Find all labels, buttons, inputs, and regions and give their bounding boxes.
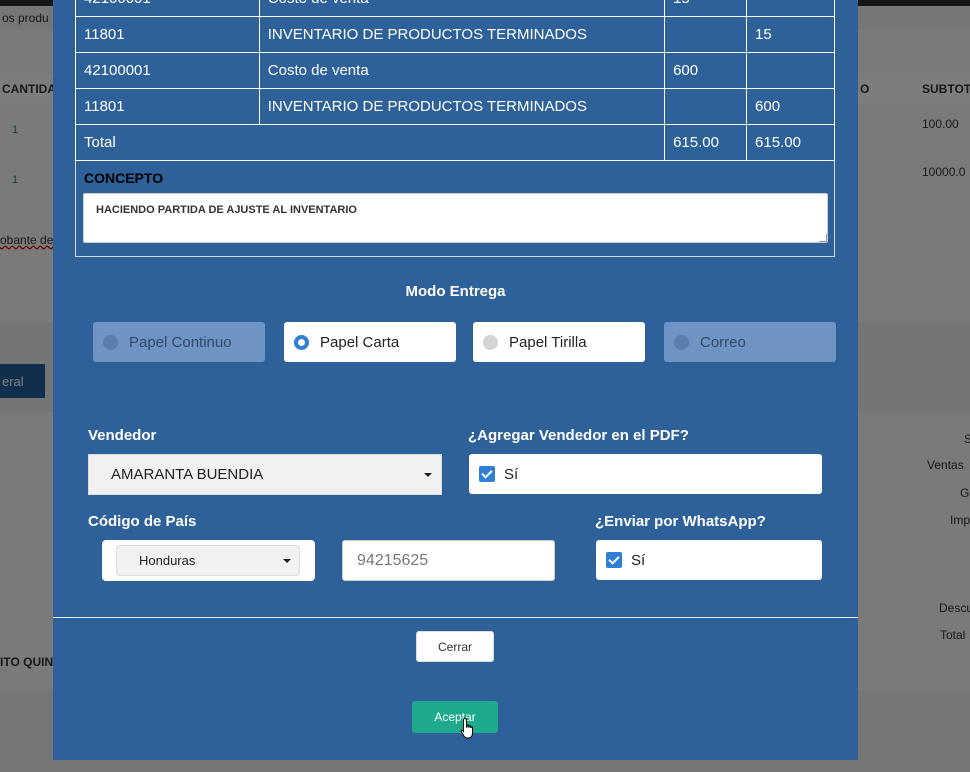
close-button[interactable]: Cerrar bbox=[416, 631, 494, 662]
cell-account-code: 42100001 bbox=[75, 52, 260, 89]
vendedor-value: AMARANTA BUENDIA bbox=[111, 466, 264, 483]
table-row: 42100001 Costo de venta 600 bbox=[75, 52, 835, 89]
country-value: Honduras bbox=[139, 553, 196, 568]
add-vendor-pdf-checkbox[interactable]: Sí bbox=[469, 454, 822, 494]
table-row: 42100001 Costo de venta 15 bbox=[75, 0, 835, 17]
country-select[interactable]: Honduras bbox=[116, 545, 300, 576]
cell-credit: 600 bbox=[746, 88, 835, 125]
cell-account-code: 11801 bbox=[75, 88, 260, 125]
phone-input[interactable]: 94215625 bbox=[342, 540, 555, 581]
cell-credit bbox=[746, 52, 835, 89]
chevron-down-icon bbox=[283, 559, 291, 563]
cell-debit bbox=[664, 16, 748, 53]
cell-credit: 15 bbox=[746, 16, 835, 53]
add-vendor-pdf-label: ¿Agregar Vendedor en el PDF? bbox=[468, 427, 689, 444]
delivery-option-correo[interactable]: Correo bbox=[664, 322, 836, 362]
cell-description: Costo de venta bbox=[258, 52, 666, 89]
checkbox-checked-icon bbox=[479, 466, 495, 482]
country-code-label: Código de País bbox=[88, 513, 197, 530]
option-label: Correo bbox=[700, 333, 746, 351]
delivery-option-papel-tirilla[interactable]: Papel Tirilla bbox=[473, 322, 645, 362]
total-credit: 615.00 bbox=[746, 124, 835, 161]
checkbox-label: Sí bbox=[631, 551, 646, 569]
radio-icon bbox=[103, 334, 118, 350]
modal-dialog: 42100001 Costo de venta 15 11801 INVENTA… bbox=[53, 0, 858, 760]
vendedor-label: Vendedor bbox=[88, 427, 157, 444]
radio-icon bbox=[674, 334, 689, 350]
cell-debit: 600 bbox=[664, 52, 748, 89]
option-label: Papel Continuo bbox=[129, 333, 232, 351]
cell-description: Costo de venta bbox=[258, 0, 666, 17]
cell-description: INVENTARIO DE PRODUCTOS TERMINADOS bbox=[258, 88, 666, 125]
whatsapp-checkbox[interactable]: Sí bbox=[596, 540, 822, 580]
checkbox-label: Sí bbox=[504, 465, 519, 483]
resize-handle-icon[interactable] bbox=[819, 234, 827, 242]
delivery-option-papel-carta[interactable]: Papel Carta bbox=[284, 322, 456, 362]
chevron-down-icon bbox=[424, 473, 432, 477]
radio-icon bbox=[483, 334, 498, 350]
whatsapp-label: ¿Enviar por WhatsApp? bbox=[595, 513, 766, 530]
total-debit: 615.00 bbox=[664, 124, 748, 161]
concept-section: CONCEPTO HACIENDO PARTIDA DE AJUSTE AL I… bbox=[75, 161, 835, 257]
cell-account-code: 42100001 bbox=[75, 0, 260, 17]
cell-description: INVENTARIO DE PRODUCTOS TERMINADOS bbox=[258, 16, 666, 53]
total-label: Total bbox=[74, 124, 666, 161]
cell-debit bbox=[664, 88, 748, 125]
hand-cursor-icon bbox=[460, 717, 473, 739]
cell-debit: 15 bbox=[664, 0, 748, 17]
table-row: 11801 INVENTARIO DE PRODUCTOS TERMINADOS… bbox=[75, 88, 835, 125]
table-row: 11801 INVENTARIO DE PRODUCTOS TERMINADOS… bbox=[75, 16, 835, 53]
modal-divider bbox=[53, 617, 858, 618]
option-label: Papel Carta bbox=[320, 333, 400, 351]
accept-button[interactable]: Aceptar bbox=[412, 701, 498, 733]
concept-textarea[interactable]: HACIENDO PARTIDA DE AJUSTE AL INVENTARIO bbox=[83, 193, 828, 243]
table-total-row: Total 615.00 615.00 bbox=[74, 124, 835, 161]
delivery-option-papel-continuo[interactable]: Papel Continuo bbox=[93, 322, 265, 362]
journal-table: 42100001 Costo de venta 15 11801 INVENTA… bbox=[74, 0, 835, 161]
radio-selected-icon bbox=[294, 334, 309, 350]
option-label: Papel Tirilla bbox=[509, 333, 587, 351]
delivery-mode-title: Modo Entrega bbox=[405, 283, 506, 300]
vendedor-select[interactable]: AMARANTA BUENDIA bbox=[88, 454, 442, 495]
cell-account-code: 11801 bbox=[75, 16, 260, 53]
concept-label: CONCEPTO bbox=[84, 170, 164, 186]
cell-credit bbox=[746, 0, 835, 17]
checkbox-checked-icon bbox=[606, 552, 622, 568]
